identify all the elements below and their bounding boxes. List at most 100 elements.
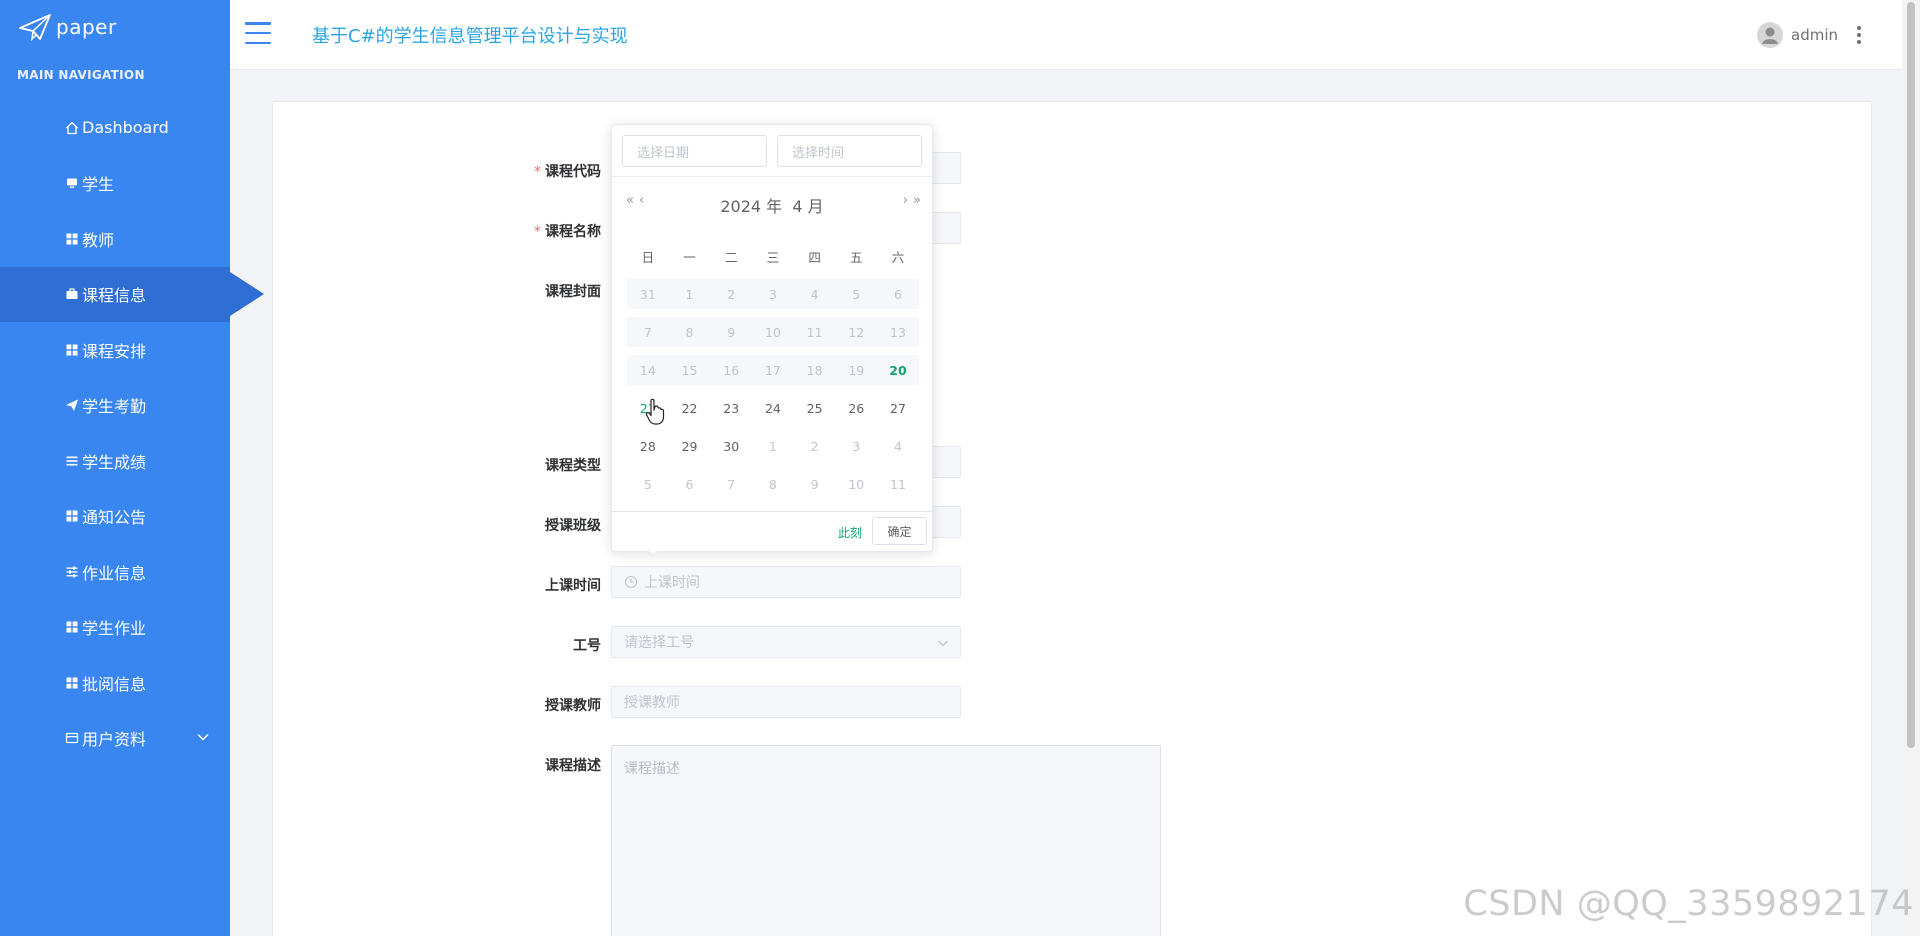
teacher-input[interactable]: 授课教师 — [611, 686, 961, 718]
calendar-day[interactable]: 4 — [877, 431, 919, 461]
calendar-day[interactable]: 8 — [752, 469, 794, 499]
confirm-button[interactable]: 确定 — [872, 517, 927, 545]
sidebar-item-label: 用户资料 — [82, 730, 147, 750]
calendar-day: 1 — [668, 279, 711, 309]
calendar-day[interactable]: 24 — [752, 393, 794, 423]
calendar-day: 31 — [627, 279, 669, 309]
calendar-day[interactable]: 1 — [752, 431, 794, 461]
scrollbar-thumb[interactable] — [1907, 2, 1915, 748]
more-options-icon[interactable] — [1856, 26, 1862, 44]
sidebar-item-label: 课程安排 — [82, 341, 147, 361]
calendar-day: 16 — [710, 355, 753, 385]
weekday-label: 四 — [808, 249, 821, 265]
picker-date-input[interactable]: 选择日期 — [622, 135, 767, 167]
picker-time-input[interactable]: 选择时间 — [777, 135, 922, 167]
sidebar-item-grades[interactable]: 学生成绩 — [0, 433, 230, 489]
label-description: 课程描述 — [545, 758, 601, 774]
description-textarea[interactable]: 课程描述 — [611, 745, 1161, 936]
hamburger-line — [245, 41, 271, 44]
nav-heading: MAIN NAVIGATION — [17, 68, 145, 82]
sidebar-item-review[interactable]: 批阅信息 — [0, 655, 230, 711]
calendar-day[interactable]: 23 — [710, 393, 752, 423]
weekday-label: 五 — [850, 249, 863, 265]
sidebar-item-label: 作业信息 — [82, 563, 147, 583]
picker-inputs: 选择日期 选择时间 — [612, 125, 932, 177]
home-icon — [64, 120, 79, 135]
page-scrollbar[interactable] — [1902, 0, 1920, 936]
sidebar-item-label: 批阅信息 — [82, 674, 147, 694]
weekday-label: 一 — [683, 249, 696, 265]
calendar-day[interactable]: 7 — [710, 469, 752, 499]
calendar-day[interactable]: 30 — [710, 431, 752, 461]
sidebar: paper MAIN NAVIGATION Dashboard 学生 教师 课程… — [0, 0, 264, 936]
calendar-day: 12 — [835, 317, 878, 347]
grid-icon — [64, 675, 79, 690]
picker-title[interactable]: 2024 年 4 月 — [612, 193, 932, 217]
calendar-day[interactable]: 25 — [794, 393, 836, 423]
datetime-picker-popup: 选择日期 选择时间 « ‹ 2024 年 4 月 › » 日 一 二 三 四 五… — [611, 124, 933, 552]
sidebar-item-students[interactable]: 学生 — [0, 156, 230, 212]
calendar-day: 18 — [793, 355, 836, 385]
paper-plane-logo-icon — [19, 14, 51, 42]
calendar-day: 7 — [627, 317, 669, 347]
picker-footer: 此刻 确定 — [612, 511, 932, 551]
calendar-day[interactable]: 3 — [835, 431, 877, 461]
calendar-day: 8 — [668, 317, 711, 347]
avatar[interactable] — [1757, 22, 1783, 48]
sidebar-item-notices[interactable]: 通知公告 — [0, 489, 230, 545]
sliders-icon — [64, 564, 79, 579]
job-number-select[interactable]: 请选择工号 — [611, 626, 961, 658]
sidebar-item-student-homework[interactable]: 学生作业 — [0, 600, 230, 656]
grid-icon — [64, 231, 79, 246]
next-month-button[interactable]: › — [903, 193, 908, 208]
weekday-label: 三 — [766, 249, 780, 265]
menu-toggle-button[interactable] — [245, 22, 271, 44]
logo[interactable]: paper — [18, 12, 117, 42]
calendar-day: 15 — [668, 355, 711, 385]
sidebar-item-dashboard[interactable]: Dashboard — [0, 100, 230, 156]
sidebar-item-homework-info[interactable]: 作业信息 — [0, 544, 230, 600]
user-menu[interactable]: admin — [1757, 22, 1862, 48]
logo-text: paper — [56, 15, 117, 39]
sidebar-item-course-schedule[interactable]: 课程安排 — [0, 322, 230, 378]
calendar-day: 11 — [793, 317, 836, 347]
calendar-day-today[interactable]: 20 — [877, 355, 919, 385]
calendar-day: 9 — [710, 317, 753, 347]
weekday-label: 日 — [641, 249, 655, 265]
grid-icon — [64, 509, 79, 524]
calendar-day[interactable]: 6 — [669, 469, 711, 499]
class-time-input[interactable]: 上课时间 — [611, 566, 961, 598]
label-course-code: * 课程代码 — [534, 164, 601, 180]
sidebar-item-label: 学生作业 — [82, 619, 147, 639]
weekday-row: 日 一 二 三 四 五 六 — [627, 237, 919, 275]
sidebar-item-label: Dashboard — [82, 118, 169, 138]
calendar-week-row: 21 22 23 24 25 26 27 — [627, 389, 919, 427]
label-course-name: * 课程名称 — [534, 224, 601, 240]
hamburger-line — [245, 31, 271, 35]
sidebar-item-teachers[interactable]: 教师 — [0, 211, 230, 267]
calendar-day[interactable]: 29 — [669, 431, 711, 461]
hand-cursor-icon — [645, 398, 665, 425]
label-class-time: 上课时间 — [545, 578, 601, 594]
now-button[interactable]: 此刻 — [838, 524, 862, 541]
calendar-day[interactable]: 10 — [835, 469, 877, 499]
calendar-week-row: 5 6 7 8 9 10 11 — [627, 465, 919, 503]
next-year-button[interactable]: » — [913, 193, 921, 208]
calendar-day[interactable]: 28 — [627, 431, 669, 461]
calendar-day: 5 — [835, 279, 878, 309]
description-placeholder: 课程描述 — [624, 761, 680, 777]
sidebar-item-course-info[interactable]: 课程信息 — [0, 266, 264, 322]
calendar-day[interactable]: 26 — [835, 393, 877, 423]
calendar-day[interactable]: 22 — [669, 393, 711, 423]
sidebar-nav: Dashboard 学生 教师 课程信息 课程安排 学生考勤 学生成绩 通知公告… — [0, 100, 264, 767]
calendar-day[interactable]: 5 — [627, 469, 669, 499]
calendar-day[interactable]: 27 — [877, 393, 919, 423]
chevron-down-icon — [197, 733, 209, 741]
calendar-day[interactable]: 11 — [877, 469, 919, 499]
calendar-day[interactable]: 9 — [794, 469, 836, 499]
sidebar-item-attendance[interactable]: 学生考勤 — [0, 378, 230, 434]
user-name[interactable]: admin — [1791, 26, 1838, 44]
weekday-label: 六 — [891, 249, 905, 265]
sidebar-item-user-profile[interactable]: 用户资料 — [0, 711, 230, 767]
calendar-day[interactable]: 2 — [794, 431, 836, 461]
